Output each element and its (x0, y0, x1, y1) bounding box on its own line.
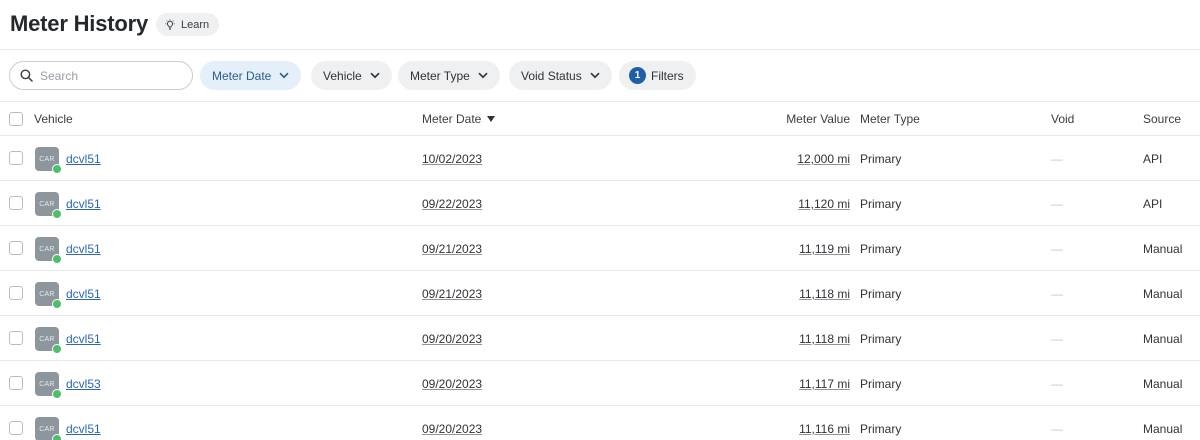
table-row[interactable]: CAR dcvl51 09/21/2023 11,118 mi Primary — Manu… (0, 271, 1200, 316)
meter-date-cell: 10/02/2023 (422, 152, 483, 166)
status-dot-icon (52, 389, 62, 399)
status-dot-icon (52, 209, 62, 219)
meter-value-cell: 11,119 mi (799, 242, 850, 256)
meter-date-cell: 09/21/2023 (422, 242, 483, 256)
void-cell: — (1051, 422, 1063, 436)
search-input[interactable] (40, 68, 180, 83)
meter-type-cell: Primary (860, 197, 902, 211)
meter-value-cell: 11,118 mi (799, 287, 850, 301)
column-header-meter-value[interactable]: Meter Value (786, 112, 850, 126)
row-checkbox[interactable] (9, 196, 23, 210)
table-row[interactable]: CAR dcvl51 09/22/2023 11,120 mi Primary — API (0, 181, 1200, 226)
source-cell: Manual (1143, 422, 1183, 436)
vehicle-link[interactable]: dcvl51 (66, 287, 101, 301)
vehicle-filter-label: Vehicle (323, 68, 362, 83)
meter-date-filter[interactable]: Meter Date (200, 61, 302, 90)
meter-type-cell: Primary (860, 242, 902, 256)
status-dot-icon (52, 254, 62, 264)
vehicle-link[interactable]: dcvl51 (66, 197, 101, 211)
void-status-filter-label: Void Status (521, 68, 582, 83)
learn-label: Learn (181, 18, 210, 31)
table-row[interactable]: CAR dcvl51 09/20/2023 11,118 mi Primary — Manu… (0, 316, 1200, 361)
meter-history-table: Vehicle Meter Date Meter Value Meter Typ… (0, 102, 1200, 440)
meter-type-cell: Primary (860, 287, 902, 301)
vehicle-link[interactable]: dcvl53 (66, 377, 101, 391)
meter-value-cell: 11,117 mi (799, 377, 850, 391)
void-cell: — (1051, 152, 1063, 166)
meter-date-cell: 09/22/2023 (422, 197, 483, 211)
meter-type-cell: Primary (860, 422, 902, 436)
void-cell: — (1051, 332, 1063, 346)
void-cell: — (1051, 287, 1063, 301)
vehicle-link[interactable]: dcvl51 (66, 242, 101, 256)
table-row[interactable]: CAR dcvl53 09/20/2023 11,117 mi Primary — Manu… (0, 361, 1200, 406)
meter-value-cell: 11,116 mi (799, 422, 850, 436)
search-box[interactable] (9, 61, 193, 90)
row-checkbox[interactable] (9, 151, 23, 165)
meter-value-cell: 12,000 mi (797, 152, 850, 166)
table-body: CAR dcvl51 10/02/2023 12,000 mi Primary — API C… (0, 136, 1200, 440)
meter-type-filter[interactable]: Meter Type (398, 61, 500, 90)
meter-date-cell: 09/20/2023 (422, 377, 483, 391)
column-header-meter-date[interactable]: Meter Date (422, 112, 496, 126)
source-cell: API (1143, 197, 1163, 211)
chevron-down-icon (370, 72, 380, 79)
row-checkbox[interactable] (9, 241, 23, 255)
table-row[interactable]: CAR dcvl51 09/20/2023 11,116 mi Primary — Manu… (0, 406, 1200, 440)
vehicle-filter[interactable]: Vehicle (311, 61, 392, 90)
row-checkbox[interactable] (9, 376, 23, 390)
meter-value-cell: 11,120 mi (798, 197, 850, 211)
meter-type-cell: Primary (860, 377, 902, 391)
void-cell: — (1051, 242, 1063, 256)
meter-date-cell: 09/21/2023 (422, 287, 483, 301)
meter-type-filter-label: Meter Type (410, 68, 470, 83)
column-header-meter-type[interactable]: Meter Type (860, 112, 920, 126)
chevron-down-icon (590, 72, 600, 79)
row-checkbox[interactable] (9, 331, 23, 345)
meter-date-cell: 09/20/2023 (422, 332, 483, 346)
table-row[interactable]: CAR dcvl51 10/02/2023 12,000 mi Primary — API (0, 136, 1200, 181)
source-cell: Manual (1143, 332, 1183, 346)
filters-count-badge: 1 (629, 67, 646, 84)
source-cell: Manual (1143, 377, 1183, 391)
status-dot-icon (52, 434, 62, 440)
void-status-filter[interactable]: Void Status (509, 61, 612, 90)
filter-toolbar: Meter Date Vehicle Meter Type Void Statu… (0, 50, 1200, 102)
source-cell: Manual (1143, 287, 1183, 301)
table-row[interactable]: CAR dcvl51 09/21/2023 11,119 mi Primary — Manu… (0, 226, 1200, 271)
search-icon (20, 69, 33, 82)
vehicle-link[interactable]: dcvl51 (66, 332, 101, 346)
meter-date-filter-label: Meter Date (212, 68, 272, 83)
column-header-source[interactable]: Source (1143, 112, 1181, 126)
filters-label: Filters (651, 68, 684, 83)
column-header-void[interactable]: Void (1051, 112, 1074, 126)
row-checkbox[interactable] (9, 421, 23, 435)
source-cell: Manual (1143, 242, 1183, 256)
page-title: Meter History (10, 11, 148, 36)
page-header: Meter History Learn (0, 0, 1200, 50)
void-cell: — (1051, 197, 1063, 211)
chevron-down-icon (478, 72, 488, 79)
learn-button[interactable]: Learn (156, 13, 220, 36)
lightbulb-icon (165, 18, 175, 30)
vehicle-link[interactable]: dcvl51 (66, 422, 101, 436)
status-dot-icon (52, 344, 62, 354)
meter-value-cell: 11,118 mi (799, 332, 850, 346)
table-header: Vehicle Meter Date Meter Value Meter Typ… (0, 102, 1200, 136)
select-all-checkbox[interactable] (9, 112, 23, 126)
status-dot-icon (52, 164, 62, 174)
filters-button[interactable]: 1 Filters (619, 61, 696, 90)
vehicle-link[interactable]: dcvl51 (66, 152, 101, 166)
sort-desc-icon (487, 116, 496, 122)
meter-type-cell: Primary (860, 152, 902, 166)
row-checkbox[interactable] (9, 286, 23, 300)
column-header-vehicle[interactable]: Vehicle (34, 112, 73, 126)
chevron-down-icon (279, 72, 289, 79)
meter-type-cell: Primary (860, 332, 902, 346)
source-cell: API (1143, 152, 1163, 166)
void-cell: — (1051, 377, 1063, 391)
meter-date-cell: 09/20/2023 (422, 422, 483, 436)
status-dot-icon (52, 299, 62, 309)
column-header-meter-date-label: Meter Date (422, 112, 482, 126)
